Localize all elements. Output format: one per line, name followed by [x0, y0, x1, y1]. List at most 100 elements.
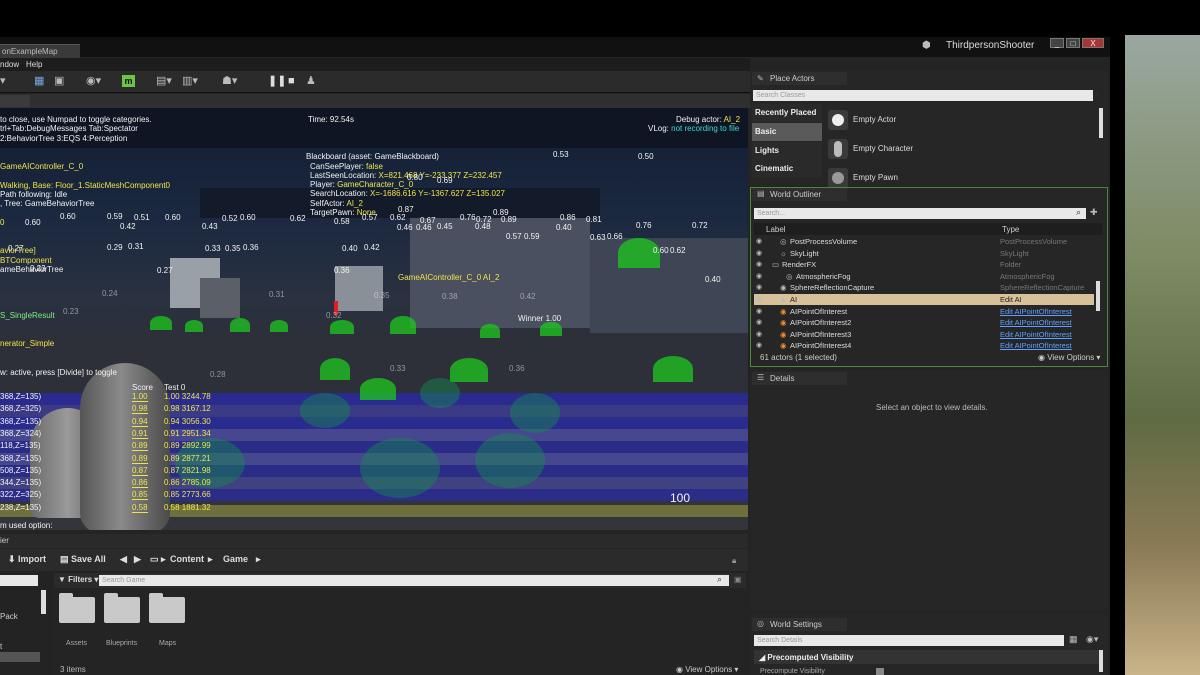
- cb-view-options[interactable]: ◉ View Options ▾: [676, 665, 738, 674]
- folder-blueprints[interactable]: [104, 593, 140, 623]
- empty-character-item[interactable]: Empty Character: [853, 144, 913, 153]
- outliner-view-options[interactable]: ◉ View Options ▾: [1038, 353, 1100, 362]
- eject-icon[interactable]: ♟: [306, 75, 316, 87]
- minimize-button[interactable]: _: [1050, 38, 1064, 48]
- ws-eye-icon[interactable]: ◉▾: [1086, 634, 1098, 645]
- close-button[interactable]: X: [1082, 38, 1104, 48]
- visibility-eye-icon[interactable]: ◉: [756, 248, 762, 259]
- category-lights[interactable]: Lights: [752, 142, 822, 160]
- add-folder-icon[interactable]: ✚: [1090, 207, 1098, 218]
- actor-type: Edit AI: [1000, 295, 1022, 304]
- search-icon[interactable]: ⌕: [1094, 89, 1099, 100]
- outliner-row[interactable]: ◉ ▭ RenderFX Folder: [754, 259, 1094, 270]
- outliner-row[interactable]: ◉ ☼ SkyLight SkyLight: [754, 248, 1094, 259]
- visibility-eye-icon[interactable]: ◉: [756, 317, 762, 328]
- visibility-eye-icon[interactable]: ◉: [756, 329, 762, 340]
- category-recently-placed[interactable]: Recently Placed: [752, 104, 822, 122]
- search-classes-input[interactable]: Search Classes: [753, 90, 1093, 101]
- marketplace-icon[interactable]: m: [122, 75, 135, 87]
- breadcrumb-content[interactable]: Content: [170, 554, 204, 564]
- search-details-input[interactable]: Search Details: [754, 635, 1064, 646]
- category-cinematic[interactable]: Cinematic: [752, 160, 822, 178]
- empty-character-icon: [828, 139, 848, 159]
- folder-icon: ▭ ▸: [150, 554, 166, 564]
- details-tab[interactable]: Details: [752, 372, 847, 385]
- empty-actor-item[interactable]: Empty Actor: [853, 115, 896, 124]
- outliner-row[interactable]: ◉ ◉ SphereReflectionCapture SphereReflectio…: [754, 282, 1094, 293]
- cb-save-search-icon[interactable]: ▣: [734, 575, 742, 584]
- folder-assets[interactable]: [59, 593, 95, 623]
- stop-icon[interactable]: ■: [288, 75, 295, 87]
- actor-label: PostProcessVolume: [790, 237, 858, 246]
- actor-label: AIPointOfInterest: [790, 306, 848, 316]
- actor-label: RenderFX: [782, 260, 817, 270]
- maximize-button[interactable]: □: [1066, 38, 1080, 48]
- cb-search-icon[interactable]: ⌕: [717, 574, 722, 585]
- nav-forward-icon[interactable]: ▶: [134, 554, 141, 565]
- actor-label: SkyLight: [790, 248, 819, 258]
- outliner-scrollbar[interactable]: [1096, 281, 1100, 311]
- blueprints-icon[interactable]: ▦: [34, 75, 44, 87]
- outliner-row[interactable]: ◉ ◉ AIPointOfInterest3 Edit AIPointOfIntere…: [754, 329, 1094, 340]
- outliner-search-input[interactable]: Search...: [754, 208, 1086, 219]
- outliner-row-selected[interactable]: ◉ ♟ AI Edit AI: [754, 294, 1094, 305]
- outliner-search-icon[interactable]: ⌕: [1076, 207, 1081, 218]
- outliner-row[interactable]: ◉ ◉ AIPointOfInterest Edit AIPointOfInteres…: [754, 306, 1094, 317]
- breadcrumb-game[interactable]: Game: [223, 554, 248, 564]
- menu-window[interactable]: ndow: [0, 60, 19, 69]
- outliner-row[interactable]: ◉ ◎ PostProcessVolume PostProcessVolume: [754, 236, 1094, 247]
- content-browser-tab[interactable]: ier: [0, 536, 9, 545]
- visibility-eye-icon[interactable]: ◉: [756, 294, 762, 305]
- empty-pawn-item[interactable]: Empty Pawn: [853, 173, 898, 182]
- filter-icon: ▼: [58, 575, 69, 584]
- visibility-eye-icon[interactable]: ◉: [756, 259, 762, 270]
- menu-help[interactable]: Help: [26, 60, 42, 69]
- visibility-eye-icon[interactable]: ◉: [756, 236, 762, 247]
- pause-icon[interactable]: ❚❚: [268, 75, 286, 87]
- actor-type: SkyLight: [1000, 248, 1029, 258]
- folder-maps[interactable]: [149, 593, 185, 623]
- col-type[interactable]: Type: [1002, 225, 1019, 234]
- grid-view-icon[interactable]: ▦: [1069, 634, 1078, 645]
- world-outliner-tab[interactable]: World Outliner: [752, 188, 847, 201]
- visibility-eye-icon[interactable]: ◉: [756, 271, 762, 282]
- toolbar-arrow-icon[interactable]: ▾: [0, 75, 6, 87]
- category-basic[interactable]: Basic: [752, 123, 822, 141]
- build-icon[interactable]: ▤▾: [156, 75, 172, 87]
- play-icon[interactable]: ☗▾: [222, 75, 237, 87]
- place-actors-scrollbar[interactable]: [1099, 108, 1103, 138]
- nav-back-icon[interactable]: ◀: [120, 554, 127, 565]
- col-label[interactable]: Label: [766, 225, 786, 234]
- sources-item-t[interactable]: t: [0, 642, 2, 651]
- actor-type-icon: ☼: [780, 248, 787, 258]
- visibility-eye-icon[interactable]: ◉: [756, 282, 762, 293]
- lock-icon[interactable]: 🔒︎: [732, 556, 736, 566]
- level-tab[interactable]: onExampleMap: [0, 44, 80, 58]
- sources-scrollbar[interactable]: [41, 590, 46, 614]
- visibility-eye-icon[interactable]: ◉: [756, 340, 762, 351]
- filters-button[interactable]: ▼ Filters ▾: [58, 575, 98, 584]
- sources-item-pack[interactable]: Pack: [0, 612, 18, 621]
- settings-icon[interactable]: ▣: [54, 75, 64, 87]
- sources-search[interactable]: [0, 575, 38, 586]
- outliner-row[interactable]: ◉ ◉ AIPointOfInterest4 Edit AIPointOfIntere…: [754, 340, 1094, 351]
- save-all-button[interactable]: ▤ Save All: [60, 554, 106, 565]
- place-actors-tab[interactable]: Place Actors: [752, 72, 847, 85]
- cinematics-icon[interactable]: ◉▾: [86, 75, 101, 87]
- world-settings-tab[interactable]: World Settings: [752, 618, 847, 631]
- actor-label: AtmosphericFog: [796, 271, 851, 281]
- precompute-visibility-checkbox[interactable]: [876, 668, 884, 675]
- visibility-eye-icon[interactable]: ◉: [756, 306, 762, 317]
- sources-selected[interactable]: [0, 652, 40, 662]
- viewport-tab[interactable]: [0, 95, 30, 107]
- outliner-row[interactable]: ◉ ◉ AIPointOfInterest2 Edit AIPointOfIntere…: [754, 317, 1094, 328]
- ws-scrollbar[interactable]: [1099, 650, 1103, 672]
- search-game-input[interactable]: Search Game: [99, 575, 729, 586]
- title-bar: [0, 37, 1110, 57]
- import-button[interactable]: ⬇ Import: [8, 554, 46, 565]
- folder-maps-label: Maps: [159, 640, 177, 647]
- compile-icon[interactable]: ▥▾: [182, 75, 198, 87]
- outliner-row[interactable]: ◉ ◎ AtmosphericFog AtmosphericFog: [754, 271, 1094, 282]
- outliner-icon: ▤: [757, 189, 765, 198]
- game-viewport[interactable]: [0, 108, 748, 530]
